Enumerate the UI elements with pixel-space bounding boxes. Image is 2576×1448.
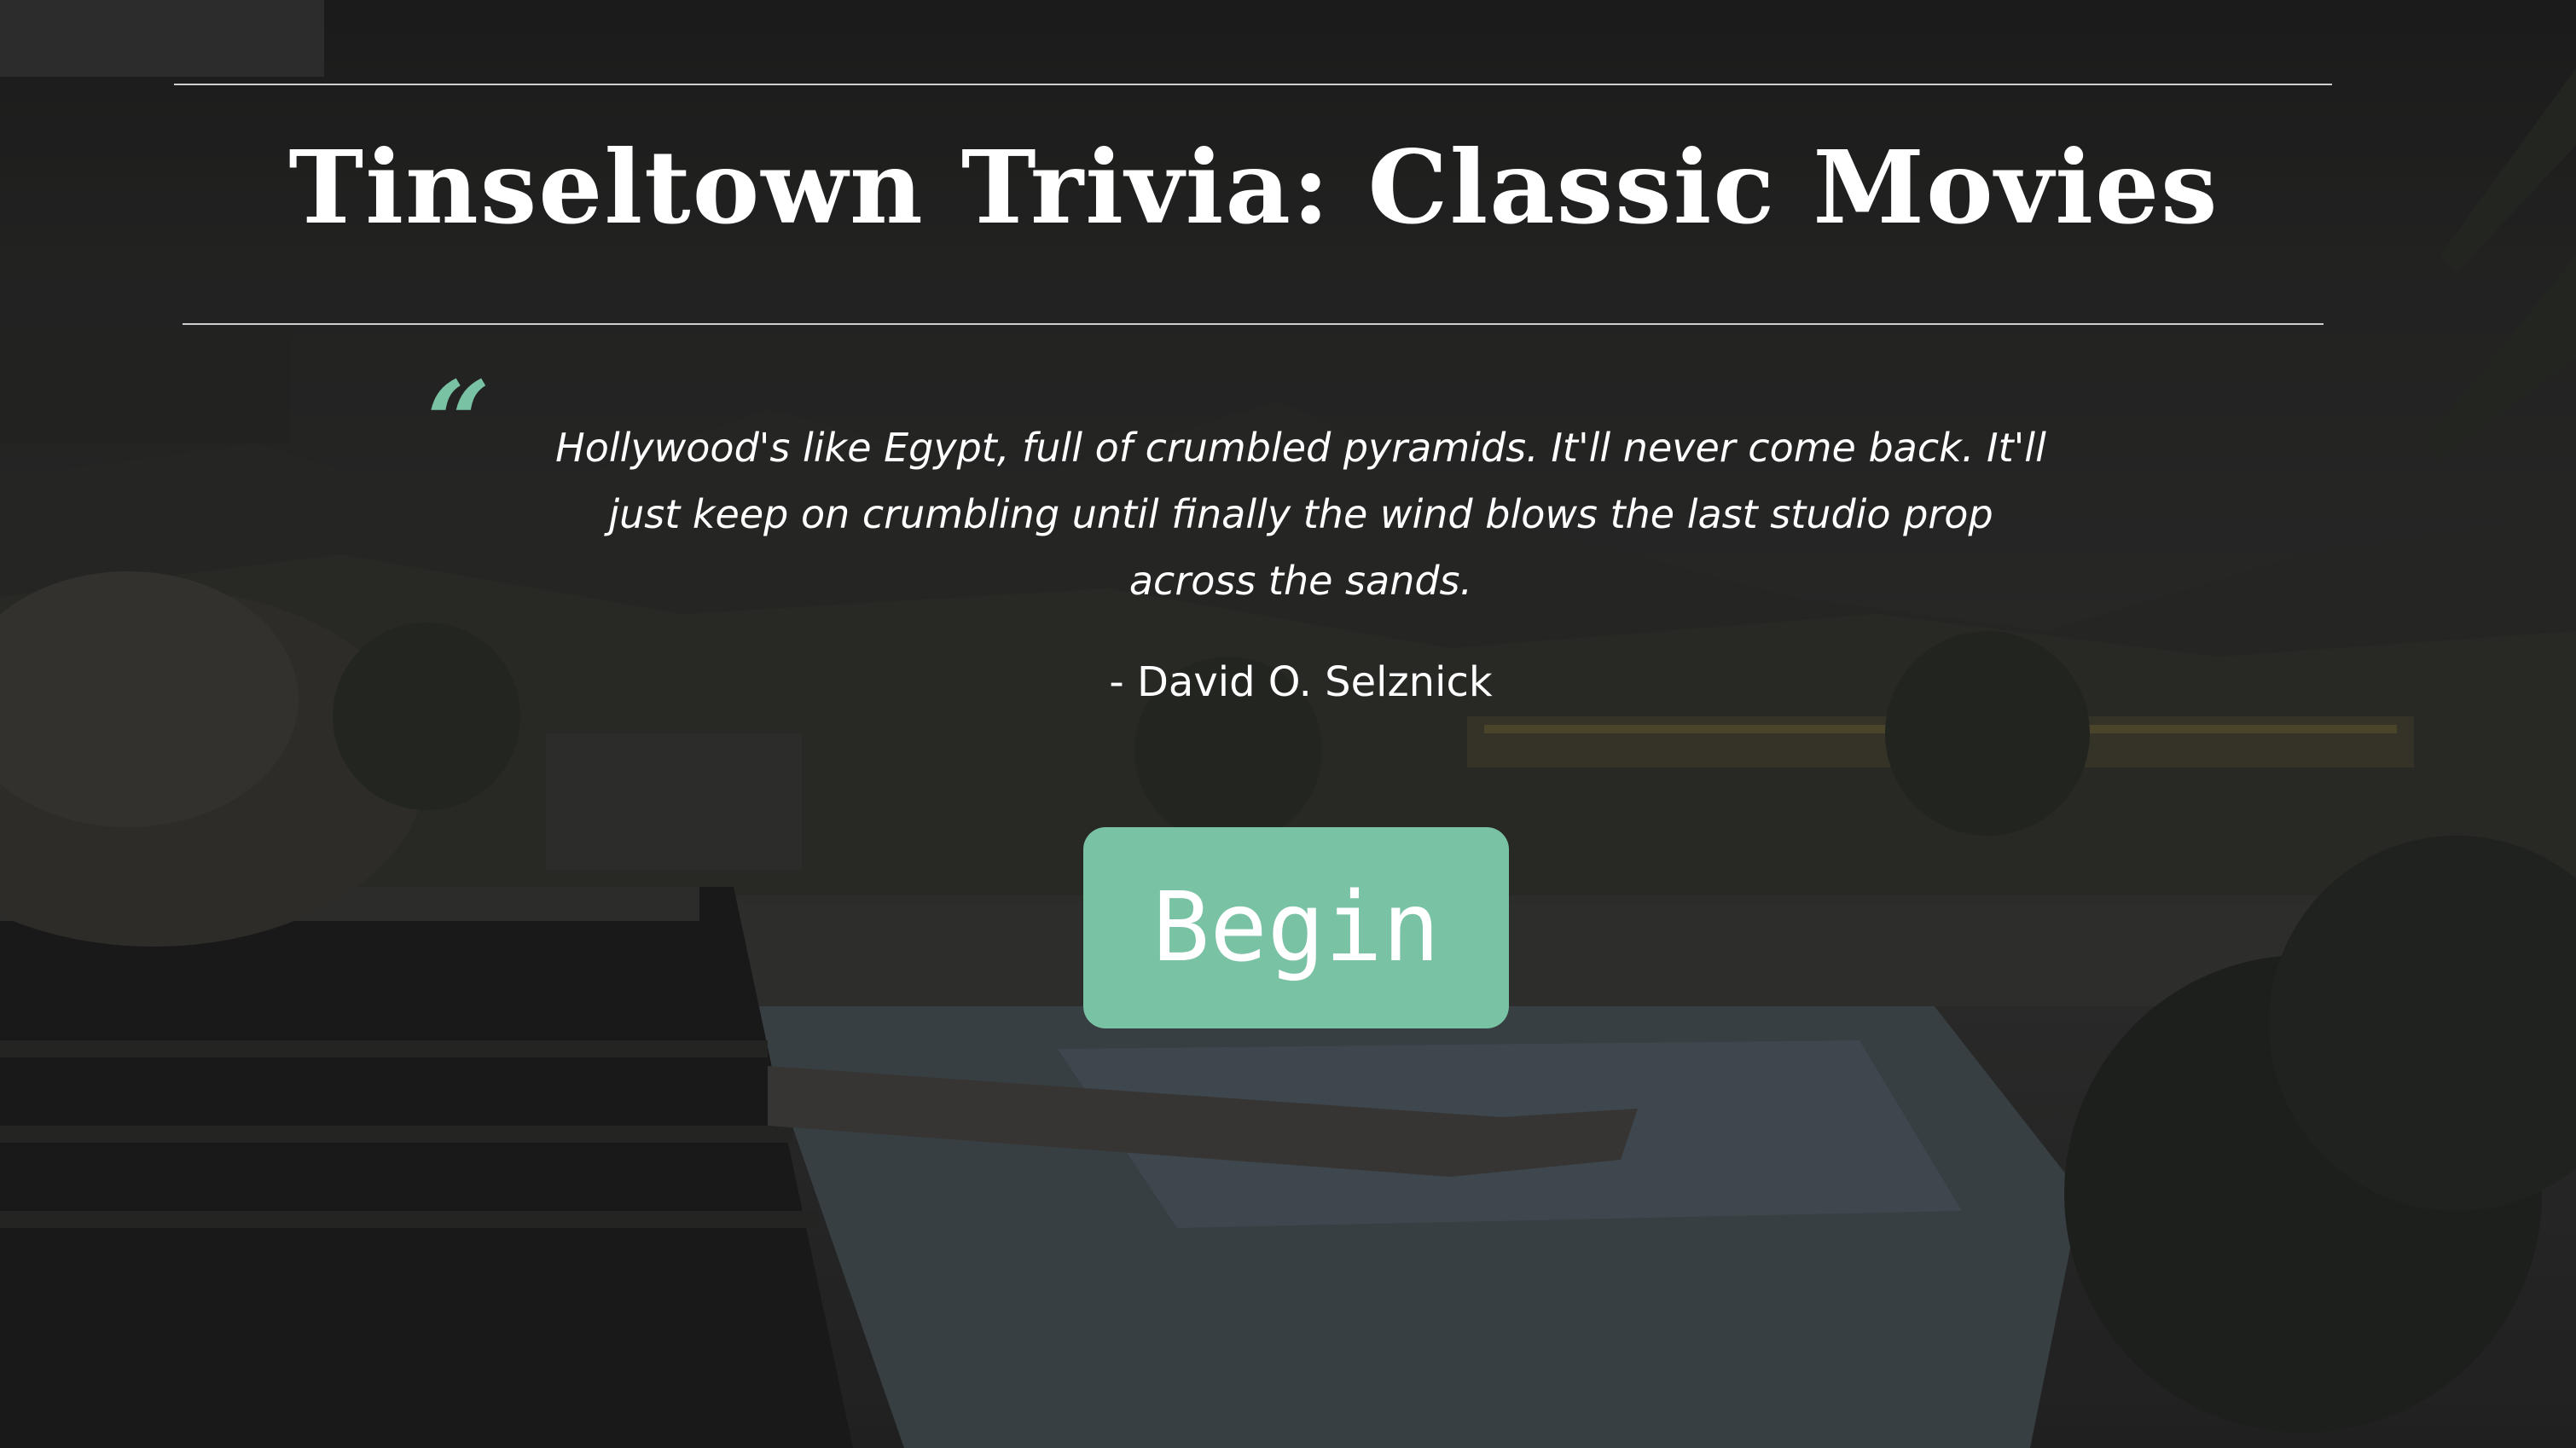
open-quote-icon: “ xyxy=(426,356,490,487)
bottom-divider xyxy=(183,323,2324,325)
begin-button[interactable]: Begin xyxy=(1083,827,1509,1028)
quote-attribution: - David O. Selznick xyxy=(1109,658,1493,706)
top-divider xyxy=(174,84,2332,85)
quote-text: Hollywood's like Egypt, full of crumbled… xyxy=(555,425,2046,604)
page-title: Tinseltown Trivia: Classic Movies xyxy=(288,128,2219,246)
intro-screen: Tinseltown Trivia: Classic Movies “ Holl… xyxy=(0,0,2576,1448)
